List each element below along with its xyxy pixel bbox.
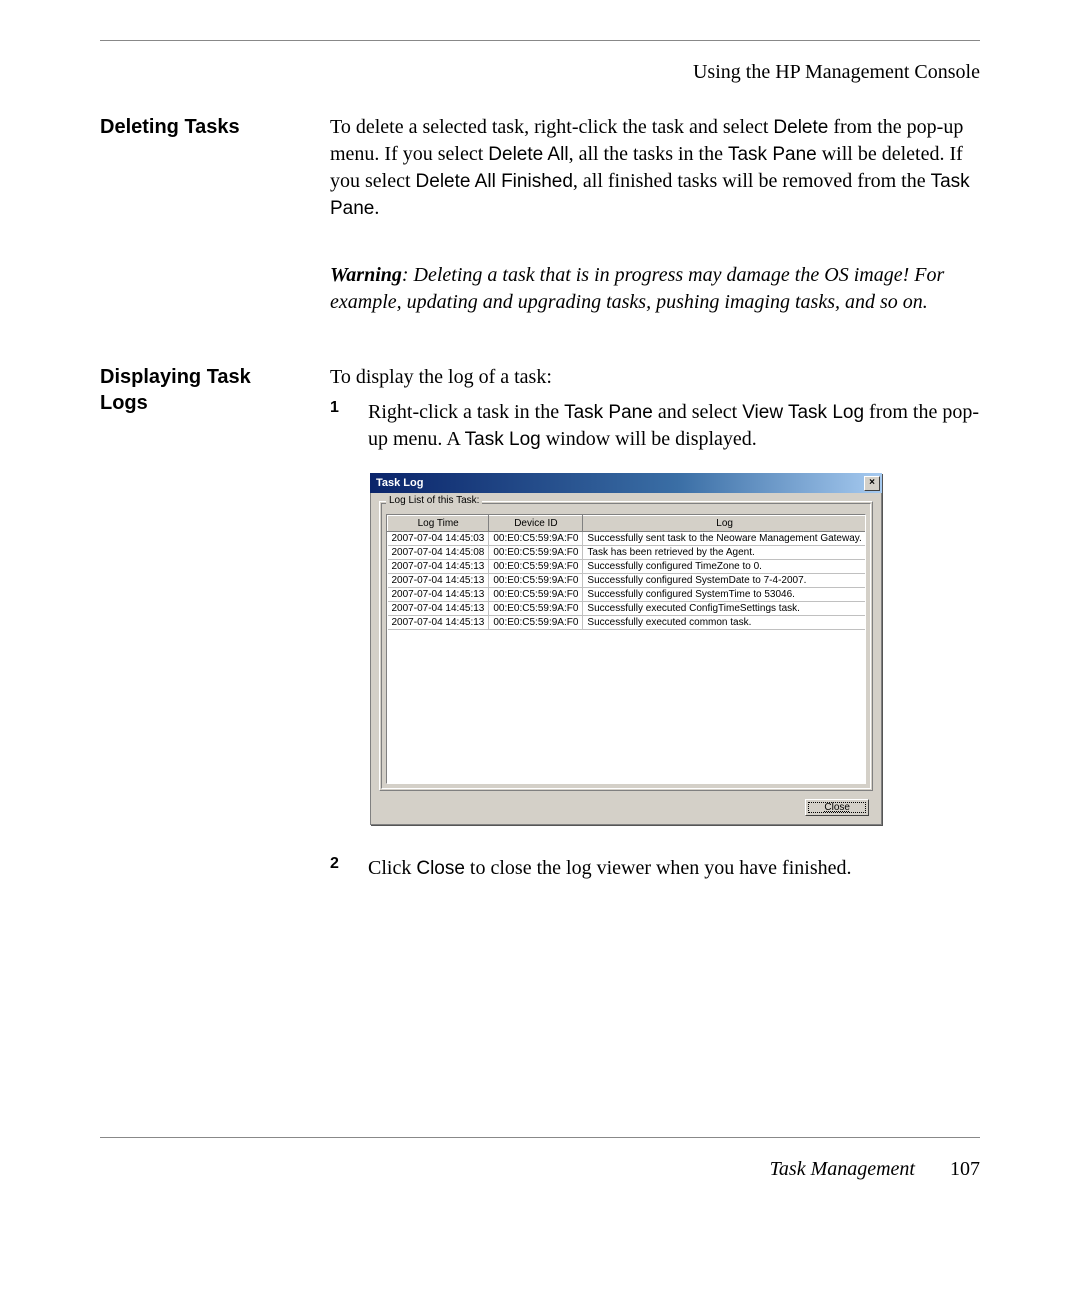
table-row[interactable]: 2007-07-04 14:45:1300:E0:C5:59:9A:F0Succ…: [388, 560, 867, 574]
log-table[interactable]: Log Time Device ID Log 2007-07-04 14:45:…: [386, 514, 866, 784]
table-row[interactable]: 2007-07-04 14:45:0800:E0:C5:59:9A:F0Task…: [388, 546, 867, 560]
deleting-tasks-warning: Warning: Deleting a task that is in prog…: [330, 262, 980, 316]
table-row[interactable]: 2007-07-04 14:45:1300:E0:C5:59:9A:F0Succ…: [388, 616, 867, 630]
table-row[interactable]: 2007-07-04 14:45:1300:E0:C5:59:9A:F0Succ…: [388, 602, 867, 616]
col-header-log-time[interactable]: Log Time: [388, 516, 489, 532]
heading-displaying-task-logs: Displaying Task Logs: [100, 364, 300, 416]
display-log-intro: To display the log of a task:: [330, 364, 980, 391]
log-list-groupbox: Log List of this Task: Log Time Device I…: [379, 501, 873, 791]
deleting-tasks-paragraph: To delete a selected task, right-click t…: [330, 114, 980, 222]
page-footer: Task Management 107: [100, 1137, 980, 1181]
step-number-2: 2: [330, 855, 350, 882]
dialog-title: Task Log: [376, 477, 864, 489]
running-header: Using the HP Management Console: [100, 41, 980, 114]
groupbox-legend: Log List of this Task:: [386, 495, 482, 506]
table-row[interactable]: 2007-07-04 14:45:0300:E0:C5:59:9A:F0Succ…: [388, 532, 867, 546]
col-header-device-id[interactable]: Device ID: [489, 516, 583, 532]
close-icon[interactable]: ×: [864, 476, 880, 491]
table-row[interactable]: 2007-07-04 14:45:1300:E0:C5:59:9A:F0Succ…: [388, 574, 867, 588]
close-button[interactable]: Close: [805, 799, 869, 816]
heading-deleting-tasks: Deleting Tasks: [100, 114, 300, 140]
dialog-titlebar: Task Log ×: [370, 473, 882, 493]
table-row[interactable]: 2007-07-04 14:45:1300:E0:C5:59:9A:F0Succ…: [388, 588, 867, 602]
footer-section-title: Task Management: [770, 1158, 915, 1180]
step-1-text: Right-click a task in the Task Pane and …: [368, 399, 980, 453]
step-number-1: 1: [330, 399, 350, 453]
footer-page-number: 107: [950, 1158, 980, 1180]
step-2-text: Click Close to close the log viewer when…: [368, 855, 980, 882]
col-header-log[interactable]: Log: [583, 516, 866, 532]
task-log-dialog: Task Log × Log List of this Task: Log Ti…: [370, 473, 882, 825]
